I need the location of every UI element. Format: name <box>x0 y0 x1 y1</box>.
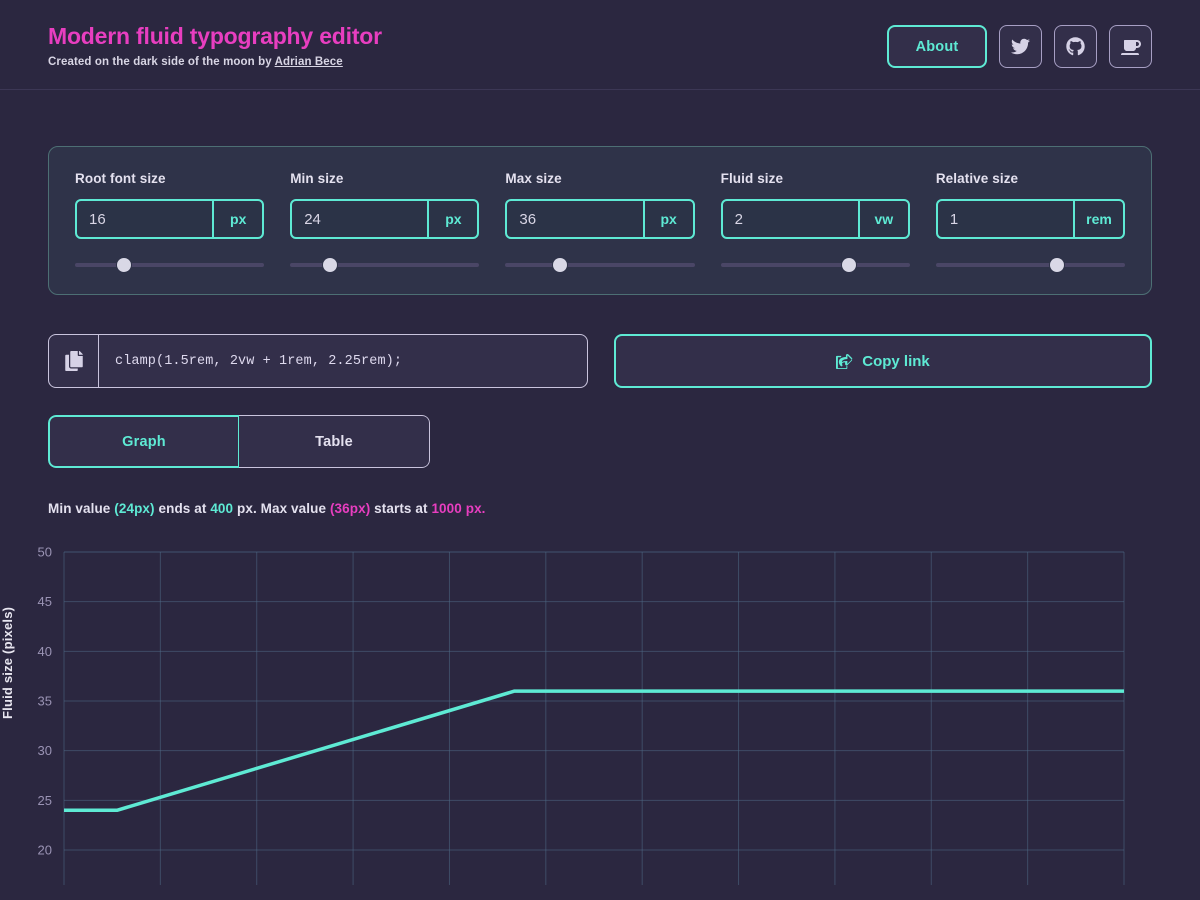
view-tabs: Graph Table <box>48 415 430 468</box>
copy-icon <box>64 351 84 371</box>
slider-track <box>935 263 1126 267</box>
root-font-size-input[interactable] <box>77 201 213 237</box>
relative-size-unit: rem <box>1073 201 1123 237</box>
fluid-range-summary: Min value (24px) ends at 400 px. Max val… <box>48 501 1200 516</box>
svg-text:25: 25 <box>38 793 52 808</box>
control-label: Max size <box>505 171 562 186</box>
svg-text:45: 45 <box>38 594 52 609</box>
slider-thumb[interactable] <box>553 258 568 272</box>
summary-min-viewport: 400 <box>210 501 234 516</box>
fluid-size-unit: vw <box>857 201 908 237</box>
clamp-output-value: clamp(1.5rem, 2vw + 1rem, 2.25rem); <box>115 353 403 369</box>
min-size-input[interactable] <box>292 201 428 237</box>
summary-part-1: Min value <box>48 501 115 516</box>
control-group-min-size: Min size px <box>290 171 480 272</box>
share-square-icon <box>836 353 853 370</box>
slider-track <box>75 263 265 267</box>
page-title: Modern fluid typography editor <box>48 23 382 49</box>
control-label: Relative size <box>935 171 1019 186</box>
relative-size-field[interactable]: rem <box>935 199 1126 239</box>
slider-thumb[interactable] <box>1049 258 1064 272</box>
clamp-output-box: clamp(1.5rem, 2vw + 1rem, 2.25rem); <box>48 334 588 388</box>
page-header: Modern fluid typography editor Created o… <box>0 0 1200 90</box>
slider-track <box>290 263 480 267</box>
chart-gridlines <box>63 551 1125 885</box>
author-link[interactable]: Adrian Bece <box>275 56 343 68</box>
control-label: Fluid size <box>720 171 784 186</box>
twitter-icon <box>1011 37 1030 56</box>
fluid-size-slider[interactable] <box>720 258 910 272</box>
chart-tick-labels: 50 45 40 35 30 25 20 <box>38 545 52 858</box>
slider-track <box>720 263 910 267</box>
github-icon <box>1066 37 1085 56</box>
svg-text:30: 30 <box>38 743 52 758</box>
twitter-button[interactable] <box>999 25 1042 68</box>
coffee-button[interactable] <box>1109 25 1152 68</box>
slider-track <box>505 263 695 267</box>
fluid-size-chart: Fluid size (pixels) 50 45 40 35 30 25 20 <box>0 535 1200 885</box>
min-size-field[interactable]: px <box>290 199 480 239</box>
summary-max-value: (36px) <box>329 501 371 516</box>
summary-min-value: (24px) <box>114 501 155 516</box>
max-size-slider[interactable] <box>505 258 695 272</box>
slider-thumb[interactable] <box>117 258 132 272</box>
max-size-input[interactable] <box>507 201 643 237</box>
root-font-size-field[interactable]: px <box>75 199 265 239</box>
subtitle-text: Created on the dark side of the moon by <box>48 56 275 69</box>
root-font-size-slider[interactable] <box>75 258 265 272</box>
page-subtitle: Created on the dark side of the moon by … <box>48 56 382 68</box>
summary-part-4: starts at <box>370 501 432 516</box>
summary-part-3: px. Max value <box>233 501 330 516</box>
control-label: Root font size <box>75 171 166 186</box>
about-button[interactable]: About <box>887 25 987 68</box>
control-group-fluid-size: Fluid size vw <box>720 171 910 272</box>
chart-canvas: 50 45 40 35 30 25 20 <box>38 545 1125 885</box>
copy-link-label: Copy link <box>862 352 930 370</box>
tab-graph[interactable]: Graph <box>48 415 239 468</box>
svg-text:40: 40 <box>38 644 52 659</box>
slider-thumb[interactable] <box>842 258 857 272</box>
min-size-slider[interactable] <box>290 258 480 272</box>
control-group-relative-size: Relative size rem <box>935 171 1126 272</box>
svg-text:35: 35 <box>38 694 52 709</box>
fluid-size-input[interactable] <box>722 201 858 237</box>
control-group-max-size: Max size px <box>505 171 695 272</box>
control-group-root-font-size: Root font size px <box>75 171 265 272</box>
summary-max-viewport: 1000 <box>431 501 462 516</box>
control-label: Min size <box>290 171 344 186</box>
summary-part-5: px. <box>461 501 486 516</box>
min-size-unit: px <box>427 201 477 237</box>
max-size-unit: px <box>642 201 693 237</box>
slider-thumb[interactable] <box>322 258 337 272</box>
output-row: clamp(1.5rem, 2vw + 1rem, 2.25rem); Copy… <box>48 334 1152 388</box>
header-actions: About <box>887 18 1152 68</box>
fluid-size-field[interactable]: vw <box>720 199 910 239</box>
tab-table[interactable]: Table <box>239 415 430 468</box>
root-font-size-unit: px <box>212 201 262 237</box>
copy-link-button[interactable]: Copy link <box>614 334 1152 388</box>
github-button[interactable] <box>1054 25 1097 68</box>
svg-text:20: 20 <box>38 843 52 858</box>
header-branding: Modern fluid typography editor Created o… <box>48 18 382 68</box>
relative-size-slider[interactable] <box>935 258 1126 272</box>
relative-size-input[interactable] <box>937 201 1074 237</box>
svg-text:50: 50 <box>38 545 52 560</box>
max-size-field[interactable]: px <box>505 199 695 239</box>
coffee-icon <box>1120 37 1141 57</box>
summary-part-2: ends at <box>154 501 211 516</box>
copy-clamp-button[interactable] <box>49 335 99 387</box>
controls-panel: Root font size px Min size px Max size p… <box>48 146 1152 295</box>
